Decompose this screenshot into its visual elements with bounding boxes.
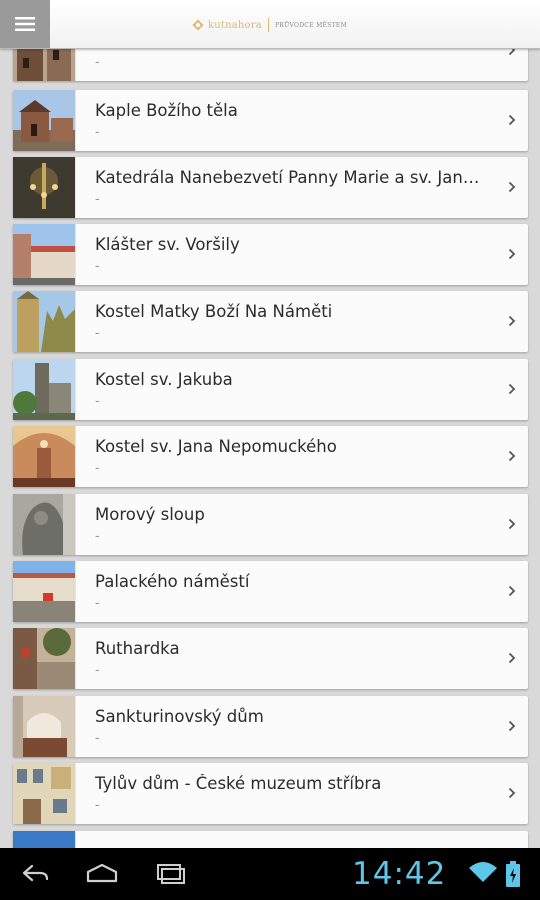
chevron-right-icon [508,315,516,327]
place-thumbnail [13,696,76,757]
list-item[interactable]: Morový sloup - [13,494,528,555]
place-title: Morový sloup [95,505,205,524]
wifi-icon [469,862,497,882]
chevron-right-icon [508,652,516,664]
chevron-right-icon [508,248,516,260]
list-item[interactable]: Palackého náměstí - [13,561,528,622]
place-subtitle: - [95,529,100,544]
place-subtitle: - [95,798,100,813]
place-thumbnail [13,561,76,622]
list-item[interactable]: Kostel sv. Jana Nepomuckého - [13,426,528,487]
place-thumbnail [13,48,76,81]
system-nav-bar: 14:42 [0,848,540,900]
chevron-right-icon [508,48,516,56]
list-item[interactable]: Katedrála Nanebezvetí Panny Marie a sv. … [13,157,528,218]
list-item[interactable]: Sankturinovský dům - [13,696,528,757]
chevron-right-icon [508,720,516,732]
list-item[interactable]: Ruthardka - [13,628,528,689]
place-title: Ruthardka [95,639,180,658]
place-thumbnail [13,224,76,285]
place-subtitle: - [95,326,100,341]
place-subtitle: - [95,55,100,70]
status-clock: 14:42 [352,856,447,892]
list-item[interactable]: Klášter sv. Voršily - [13,224,528,285]
place-title: Palackého náměstí [95,572,250,591]
place-subtitle: - [95,259,100,274]
list-item[interactable]: - [13,48,528,81]
places-list: - Kaple Božího těla - Katedrála Nanebezv… [0,48,540,848]
place-subtitle: - [95,461,100,476]
back-icon[interactable] [20,861,50,885]
recent-apps-icon[interactable] [155,861,185,885]
menu-button[interactable] [0,0,50,48]
place-thumbnail [13,291,76,352]
logo-separator [267,18,269,32]
chevron-right-icon [508,181,516,193]
list-item[interactable] [13,831,528,848]
place-subtitle: - [95,394,100,409]
list-item[interactable]: Tylův dům - České muzeum stříbra - [13,763,528,824]
place-title: Katedrála Nanebezvetí Panny Marie a sv. … [95,168,485,187]
chevron-right-icon [508,383,516,395]
chevron-right-icon [508,787,516,799]
place-thumbnail [13,157,76,218]
place-thumbnail [13,426,76,487]
place-thumbnail [13,763,76,824]
place-title: Sankturinovský dům [95,707,264,726]
logo-brand: kutnahora [208,19,262,31]
place-title: Klášter sv. Voršily [95,235,240,254]
place-thumbnail [13,359,76,420]
logo-diamond-icon [192,19,204,31]
place-title: Kostel sv. Jakuba [95,370,233,389]
chevron-right-icon [508,585,516,597]
place-title: Kaple Božího těla [95,101,238,120]
place-subtitle: - [95,192,100,207]
place-thumbnail [13,494,76,555]
place-subtitle: - [95,125,100,140]
logo-tagline: PRŮVODCE MĚSTEM [274,21,348,29]
place-thumbnail [13,831,76,848]
place-thumbnail [13,628,76,689]
place-subtitle: - [95,596,100,611]
home-icon[interactable] [85,861,119,885]
place-title: Kostel Matky Boží Na Náměti [95,302,333,321]
place-title: Tylův dům - České muzeum stříbra [95,774,382,793]
list-item[interactable]: Kostel Matky Boží Na Náměti - [13,291,528,352]
battery-icon [506,861,520,887]
place-thumbnail [13,90,76,151]
app-logo: kutnahora PRŮVODCE MĚSTEM [192,15,347,35]
chevron-right-icon [508,114,516,126]
app-bar: kutnahora PRŮVODCE MĚSTEM [0,0,540,49]
place-subtitle: - [95,731,100,746]
hamburger-icon [15,17,35,31]
place-title: Kostel sv. Jana Nepomuckého [95,437,337,456]
chevron-right-icon [508,518,516,530]
list-item[interactable]: Kaple Božího těla - [13,90,528,151]
chevron-right-icon [508,450,516,462]
list-item[interactable]: Kostel sv. Jakuba - [13,359,528,420]
place-subtitle: - [95,663,100,678]
